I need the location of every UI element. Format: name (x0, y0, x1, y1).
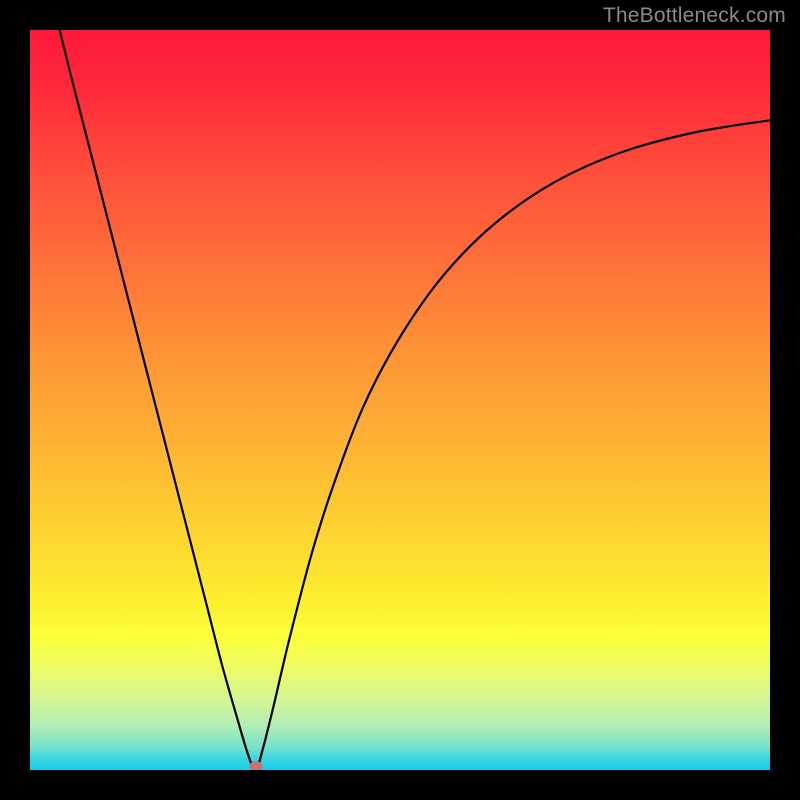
plot-area (30, 30, 770, 770)
bottleneck-curve (30, 30, 770, 770)
chart-container: TheBottleneck.com (0, 0, 800, 800)
optimum-marker (249, 761, 262, 770)
watermark-text: TheBottleneck.com (603, 4, 786, 28)
